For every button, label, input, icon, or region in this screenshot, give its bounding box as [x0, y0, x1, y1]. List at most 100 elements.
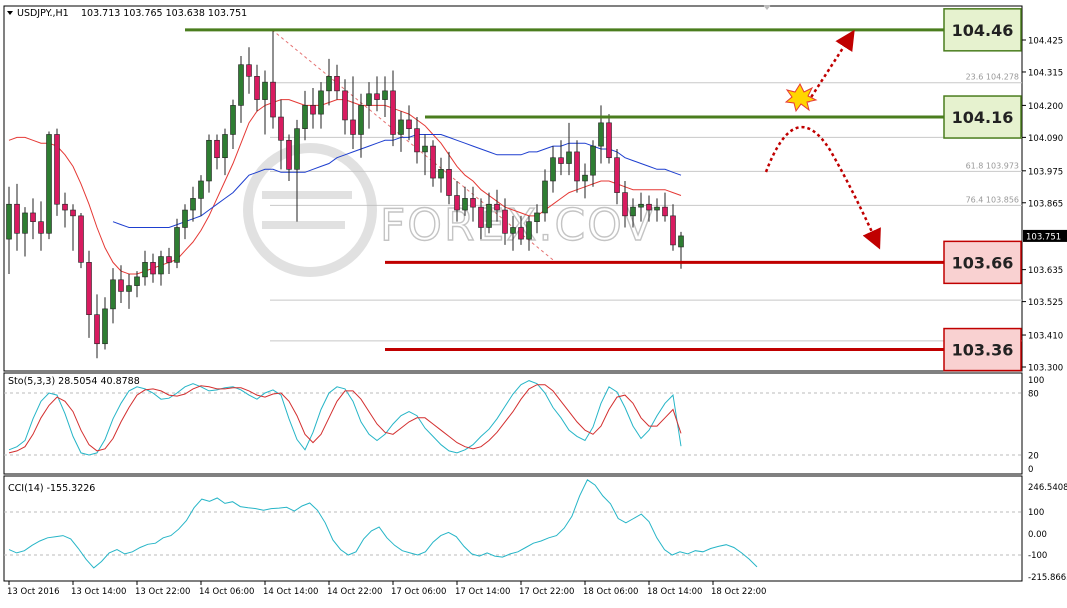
resistance-label: 104.16 [952, 108, 1014, 127]
cci-tick-label: 0.00 [1028, 530, 1047, 540]
candle-body [190, 198, 196, 211]
candle-body [78, 215, 84, 263]
time-tick-label: 17 Oct 14:00 [455, 587, 510, 597]
time-tick-label: 14 Oct 22:00 [327, 587, 382, 597]
candle-body [238, 64, 244, 106]
candle-body [430, 145, 436, 179]
candle-body [494, 203, 500, 211]
candle-body [390, 90, 396, 135]
ohlc-readout: 103.713 103.765 103.638 103.751 [81, 8, 247, 19]
cci-tick-label: 100 [1028, 508, 1044, 518]
fib-level-label: 61.8 103.973 [966, 161, 1019, 170]
candle-body [382, 90, 388, 100]
candle-body [622, 192, 628, 217]
candle-body [166, 256, 172, 263]
candle-body [646, 203, 652, 211]
candle-body [62, 203, 68, 211]
candle-body [438, 169, 444, 179]
stochastic-header: Sto(5,3,3) 28.5054 40.8788 [8, 376, 140, 387]
candle-body [94, 314, 100, 345]
candle-body [662, 206, 668, 217]
stochastic-tick-label: 20 [1028, 452, 1039, 462]
panel-frames [3, 5, 1023, 582]
candle-body [222, 134, 228, 159]
cci-tick-label: 246.5408 [1028, 483, 1067, 493]
stochastic-tick-label: 100 [1028, 376, 1044, 386]
candle-body [414, 128, 420, 153]
time-axis: 13 Oct 2016 13 Oct 14:00 13 Oct 22:00 14 Oc… [7, 581, 766, 597]
candle-body [182, 209, 188, 228]
candle-body [678, 235, 684, 248]
support-label: 103.66 [952, 253, 1014, 272]
candle-body [534, 212, 540, 222]
candle-body [46, 134, 52, 234]
price-tick-label: 104.425 [1028, 37, 1063, 47]
candle-body [174, 227, 180, 263]
price-tick-label: 103.525 [1028, 298, 1063, 308]
watermark-text: FOREX.COV [380, 200, 655, 251]
candle-body [286, 139, 292, 170]
candle-body [310, 105, 316, 115]
candle-body [526, 221, 532, 240]
candle-body [342, 90, 348, 121]
candle-body [606, 122, 612, 159]
candle-body [150, 262, 156, 275]
candle-body [582, 174, 588, 182]
price-tick-label: 104.315 [1028, 68, 1063, 78]
price-tick-label: 103.865 [1028, 199, 1063, 209]
candle-body [462, 198, 468, 211]
fib-level-label: 76.4 103.856 [966, 195, 1019, 204]
candle-body [254, 76, 260, 100]
candle-body [326, 76, 332, 92]
price-tick-label: 103.975 [1028, 167, 1063, 177]
candle-body [102, 308, 108, 345]
resistance-label: 104.46 [952, 21, 1014, 40]
candle-body [422, 145, 428, 153]
candle-body [158, 256, 164, 275]
price-tick-label: 104.090 [1028, 134, 1063, 144]
candle-body [518, 227, 524, 240]
time-tick-label: 14 Oct 06:00 [199, 587, 254, 597]
candle-body [334, 76, 340, 92]
time-tick-label: 18 Oct 14:00 [647, 587, 702, 597]
candle-body [510, 227, 516, 234]
candle-body [270, 81, 276, 118]
time-tick-label: 18 Oct 06:00 [583, 587, 638, 597]
candle-body [302, 105, 308, 129]
candle-body [86, 262, 92, 315]
candle-body [110, 279, 116, 310]
time-tick-label: 13 Oct 22:00 [135, 587, 190, 597]
support-label: 103.36 [952, 341, 1014, 360]
price-tick-label: 104.200 [1028, 102, 1063, 112]
candle-body [542, 180, 548, 214]
stochastic-tick-label: 0 [1028, 465, 1033, 475]
candle-body [54, 134, 60, 205]
candle-body [446, 169, 452, 196]
candle-body [638, 203, 644, 208]
candle-body [22, 212, 28, 234]
candle-body [406, 119, 412, 129]
candle-body [38, 221, 44, 234]
candle-body [246, 64, 252, 77]
candle-body [30, 212, 36, 222]
candle-body [558, 157, 564, 164]
candle-body [550, 157, 556, 182]
cci-tick-label: -215.8665 [1028, 573, 1067, 583]
candle-body [6, 203, 12, 240]
candle-body [126, 285, 132, 292]
cci-tick-label: -100 [1028, 551, 1047, 561]
candle-body [478, 206, 484, 228]
time-tick-label: 14 Oct 14:00 [263, 587, 318, 597]
main-panel-frame [3, 5, 1023, 372]
candle-body [454, 195, 460, 211]
candle-body [350, 119, 356, 135]
candle-body [198, 180, 204, 199]
time-tick-label: 17 Oct 06:00 [391, 587, 446, 597]
price-tick-label: 103.300 [1028, 364, 1063, 374]
price-tick-label: 103.410 [1028, 332, 1063, 342]
candle-body [206, 139, 212, 182]
candle-body [502, 209, 508, 234]
candle-body [14, 203, 20, 234]
time-tick-label: 13 Oct 14:00 [71, 587, 126, 597]
candle-body [358, 105, 364, 135]
